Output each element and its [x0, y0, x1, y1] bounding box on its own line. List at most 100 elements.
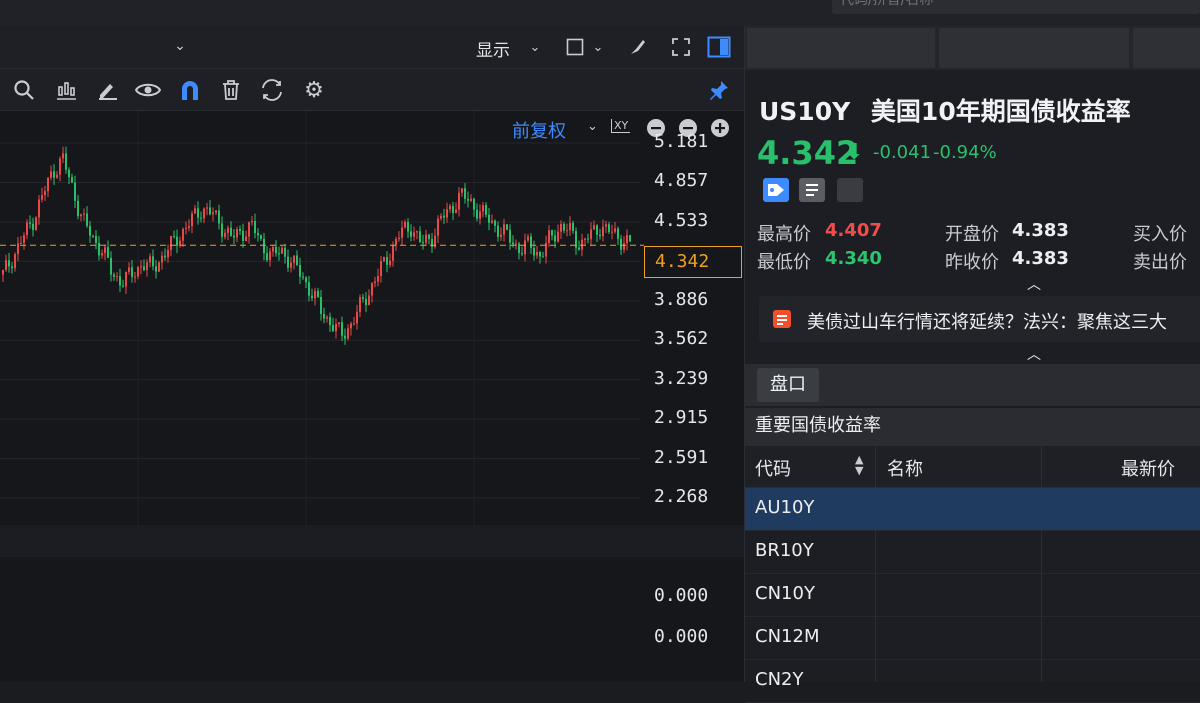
- table-row[interactable]: CN10Y: [745, 574, 1200, 617]
- gear-icon[interactable]: ⚙: [302, 78, 326, 103]
- candle-body: [17, 243, 19, 255]
- candle-body: [473, 198, 475, 210]
- candle-body: [161, 255, 163, 263]
- candle-body: [50, 171, 52, 178]
- candle-body: [548, 230, 550, 243]
- candle-body: [68, 169, 70, 178]
- candle-body: [542, 256, 544, 258]
- chevron-down-icon[interactable]: ⌄: [170, 36, 190, 56]
- candle-body: [371, 283, 373, 296]
- candle-body: [455, 209, 457, 214]
- candle-body: [200, 217, 202, 219]
- search-input[interactable]: 代码/拼音/名称: [832, 0, 1200, 14]
- candle-body: [62, 153, 64, 159]
- volume-tick: 0.000: [654, 585, 709, 606]
- tab-3[interactable]: [1133, 28, 1200, 68]
- candle-body: [263, 238, 265, 254]
- news-headline[interactable]: 美债过山车行情还将延续？法兴：聚焦这三大: [807, 308, 1167, 334]
- chevron-up-icon[interactable]: ︿: [1027, 344, 1041, 364]
- display-menu-label[interactable]: 显示: [476, 36, 510, 61]
- candle-body: [218, 210, 220, 224]
- candle-body: [353, 323, 355, 325]
- candle-body: [2, 269, 4, 275]
- candle-body: [185, 227, 187, 230]
- high-label: 最高价: [757, 224, 811, 245]
- tag-icon[interactable]: [763, 178, 789, 202]
- candle-body: [350, 323, 352, 329]
- candle-body: [212, 212, 214, 215]
- sidebar-toggle-icon[interactable]: [706, 35, 732, 59]
- column-header-code[interactable]: 代码: [755, 455, 791, 481]
- candle-body: [248, 222, 250, 237]
- tab-2[interactable]: [939, 28, 1129, 68]
- chevron-down-icon[interactable]: ⌄: [590, 38, 606, 56]
- table-row[interactable]: AU10Y: [745, 488, 1200, 531]
- candle-body: [422, 242, 424, 244]
- candle-body: [326, 316, 328, 319]
- candle-body: [314, 290, 316, 299]
- candle-body: [458, 192, 460, 210]
- candle-body: [170, 235, 172, 251]
- news-icon: [773, 310, 791, 328]
- y-tick-label: 4.857: [654, 170, 709, 192]
- y-tick-label: 3.562: [654, 328, 709, 350]
- news-ticker[interactable]: 美债过山车行情还将延续？法兴：聚焦这三大: [759, 296, 1200, 342]
- candle-body: [557, 231, 559, 242]
- candle-body: [380, 261, 382, 276]
- symbol: US10Y: [759, 97, 851, 126]
- candle-body: [131, 267, 133, 277]
- candle-body: [413, 232, 415, 237]
- candle-body: [365, 298, 367, 306]
- candle-body: [41, 195, 43, 200]
- more-icon[interactable]: [837, 178, 863, 202]
- sort-icon[interactable]: ▲ ▼: [855, 454, 863, 476]
- candle-body: [356, 311, 358, 324]
- y-tick-label: 3.239: [654, 367, 709, 389]
- candle-body: [587, 238, 589, 240]
- candle-body: [452, 205, 454, 214]
- candle-body: [242, 230, 244, 241]
- candle-body: [299, 264, 301, 277]
- candle-body: [437, 218, 439, 236]
- candle-body: [533, 247, 535, 256]
- price-chart[interactable]: 前复权 ⌄ XY 5.1814.8574.5334.2103.8863.5623…: [0, 111, 744, 682]
- tab-order-book[interactable]: 盘口: [757, 368, 819, 402]
- note-icon[interactable]: [799, 178, 825, 202]
- table-row[interactable]: CN12M: [745, 617, 1200, 660]
- candle-body: [332, 325, 334, 332]
- chevron-down-icon[interactable]: ⌄: [526, 38, 544, 56]
- low-value: 4.340: [825, 248, 882, 269]
- pin-icon[interactable]: [707, 78, 731, 102]
- candle-body: [503, 224, 505, 235]
- search-icon[interactable]: [12, 78, 36, 102]
- candle-body: [392, 245, 394, 261]
- candle-body: [230, 227, 232, 236]
- candle-body: [347, 328, 349, 339]
- candle-body: [530, 236, 532, 248]
- candle-body: [626, 235, 628, 244]
- candle-body: [53, 171, 55, 178]
- candle-body: [623, 243, 625, 250]
- candlestick-icon[interactable]: [54, 78, 78, 102]
- sync-icon[interactable]: [259, 77, 285, 103]
- brush-icon[interactable]: [626, 36, 648, 58]
- fullscreen-icon[interactable]: [670, 36, 692, 58]
- candle-body: [599, 234, 601, 237]
- column-header-price[interactable]: 最新价: [1121, 455, 1175, 481]
- trash-icon[interactable]: [220, 78, 242, 102]
- square-select-icon[interactable]: [565, 37, 585, 57]
- tab-1[interactable]: [747, 28, 935, 68]
- column-header-name[interactable]: 名称: [887, 455, 923, 481]
- candle-body: [191, 213, 193, 227]
- candle-body: [125, 271, 127, 287]
- chevron-up-icon[interactable]: ︿: [1027, 274, 1041, 294]
- pen-icon[interactable]: [96, 78, 120, 102]
- candle-body: [368, 295, 370, 306]
- table-row[interactable]: BR10Y: [745, 531, 1200, 574]
- y-tick-label: 2.591: [654, 446, 709, 468]
- candle-body: [275, 246, 277, 254]
- candle-body: [95, 236, 97, 243]
- candle-body: [485, 205, 487, 215]
- eye-icon[interactable]: [134, 77, 162, 103]
- magnet-icon[interactable]: [178, 77, 202, 103]
